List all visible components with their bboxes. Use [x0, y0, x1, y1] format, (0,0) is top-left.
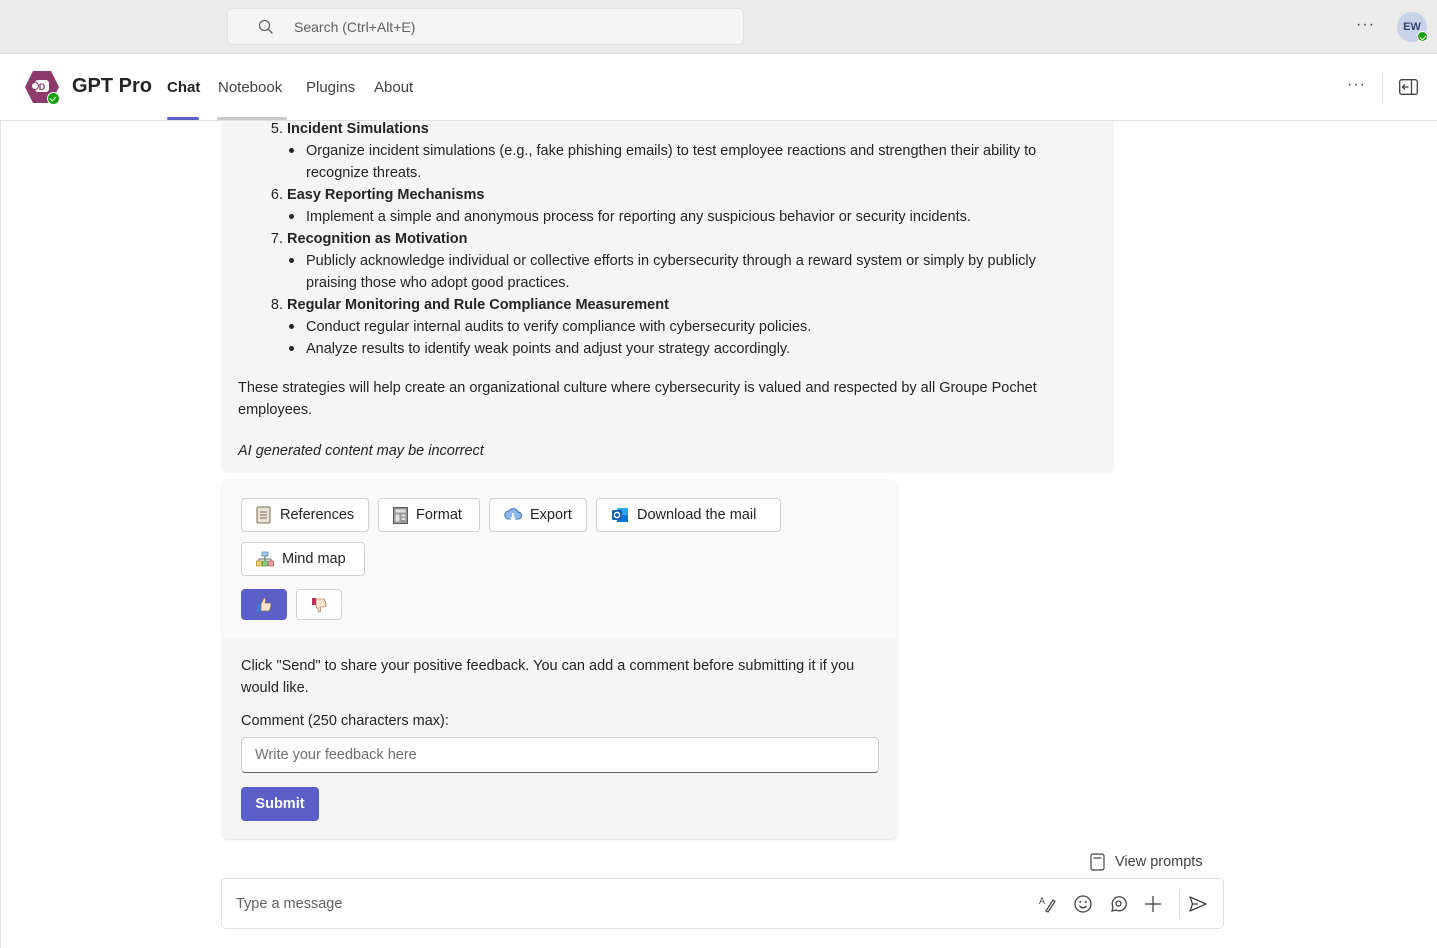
references-button[interactable]: References [241, 498, 369, 532]
compose-divider [1179, 891, 1180, 917]
tab-notebook-hover-indicator [217, 117, 287, 120]
list-bullet: Conduct regular internal audits to verif… [289, 316, 1086, 338]
search-placeholder[interactable]: Search (Ctrl+Alt+E) [294, 19, 415, 35]
tab-notebook[interactable]: Notebook [218, 79, 282, 96]
cloud-download-icon [504, 508, 522, 522]
app-more-options-button[interactable]: ··· [1347, 76, 1366, 94]
references-label: References [280, 507, 355, 523]
feedback-instructions: Click "Send" to share your positive feed… [241, 658, 855, 696]
presence-available-icon [1417, 31, 1428, 42]
app-presence-icon [47, 92, 60, 105]
outlook-icon [612, 508, 628, 522]
side-panel-toggle-icon[interactable] [1399, 79, 1418, 95]
feedback-card: References Format Export Download the ma… [222, 479, 897, 839]
document-icon [256, 506, 271, 524]
list-bullet: Organize incident simulations (e.g., fak… [289, 140, 1086, 184]
list-item-heading: 5. Incident Simulations [270, 121, 429, 137]
view-prompts-label: View prompts [1115, 854, 1203, 870]
svg-text:A: A [1039, 896, 1045, 906]
org-chart-icon [256, 551, 274, 567]
search-icon [258, 19, 273, 34]
header-divider [1382, 74, 1383, 102]
message-input[interactable] [236, 893, 1016, 915]
title-bar: Search (Ctrl+Alt+E) ··· EW [0, 0, 1437, 54]
view-prompts-button[interactable]: View prompts [1090, 853, 1203, 871]
message-conclusion: These strategies will help create an org… [238, 380, 1037, 418]
message-compose-box: A [221, 878, 1224, 929]
list-item-title: Recognition as Motivation [287, 231, 468, 247]
send-icon[interactable] [1188, 894, 1208, 914]
format-button[interactable]: Format [378, 498, 480, 532]
format-label: Format [416, 507, 462, 523]
list-item-title: Easy Reporting Mechanisms [287, 187, 485, 203]
feedback-comment-input[interactable] [241, 737, 879, 773]
thumbs-up-button[interactable] [241, 589, 287, 620]
content-left-border [0, 121, 1, 948]
comment-label: Comment (250 characters max): [241, 713, 449, 729]
export-button[interactable]: Export [489, 498, 587, 532]
tab-chat[interactable]: Chat [167, 79, 200, 96]
list-bullet: Publicly acknowledge individual or colle… [289, 250, 1066, 294]
bot-message: 5. Incident Simulations Organize inciden… [221, 121, 1114, 473]
prompts-book-icon [1090, 853, 1105, 871]
thumbs-up-icon [257, 597, 272, 612]
ai-disclaimer: AI generated content may be incorrect [238, 443, 484, 459]
list-item-heading: 7. Recognition as Motivation [270, 231, 468, 247]
app-title: GPT Pro [72, 75, 153, 97]
svg-text:D: D [39, 82, 46, 92]
list-item-heading: 6. Easy Reporting Mechanisms [270, 187, 485, 203]
thumbs-down-button[interactable] [296, 589, 342, 620]
thumbs-down-icon [312, 597, 327, 612]
tab-about[interactable]: About [374, 79, 413, 96]
tab-chat-indicator [167, 117, 199, 120]
submit-button[interactable]: Submit [241, 787, 319, 821]
emoji-icon[interactable] [1073, 894, 1093, 914]
mind-map-label: Mind map [282, 551, 346, 567]
loop-component-icon[interactable] [1108, 894, 1128, 914]
list-item-heading: 8. Regular Monitoring and Rule Complianc… [270, 297, 669, 313]
export-label: Export [530, 507, 572, 523]
list-bullet: Analyze results to identify weak points … [289, 338, 1086, 360]
download-mail-label: Download the mail [637, 507, 757, 523]
list-item-title: Incident Simulations [287, 121, 429, 137]
download-mail-button[interactable]: Download the mail [596, 498, 781, 532]
list-item-title: Regular Monitoring and Rule Compliance M… [287, 297, 669, 313]
tab-plugins[interactable]: Plugins [306, 79, 355, 96]
format-text-icon[interactable]: A [1038, 894, 1058, 914]
list-bullet: Implement a simple and anonymous process… [289, 206, 1086, 228]
search-box[interactable]: Search (Ctrl+Alt+E) [227, 8, 744, 45]
add-attachment-icon[interactable] [1143, 894, 1163, 914]
mind-map-button[interactable]: Mind map [241, 542, 365, 576]
more-options-button[interactable]: ··· [1356, 16, 1375, 34]
app-header: D GPT Pro Chat Notebook Plugins About ··… [0, 54, 1437, 121]
user-avatar[interactable]: EW [1397, 12, 1428, 42]
layout-icon [393, 506, 408, 524]
